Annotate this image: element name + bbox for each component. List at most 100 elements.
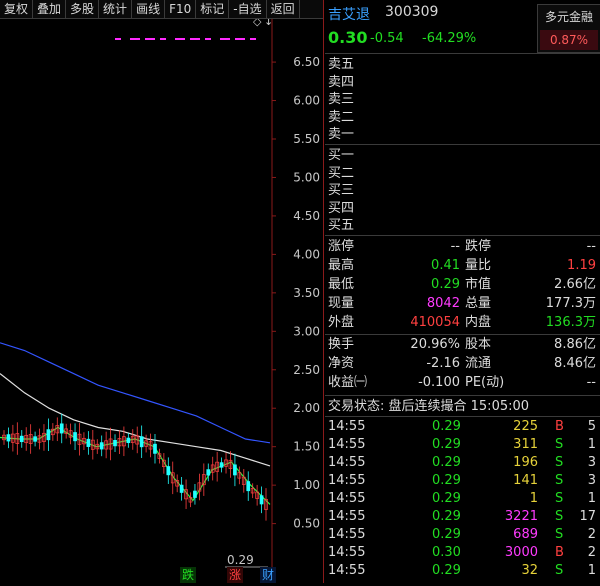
overlay-button[interactable]: 叠加 — [33, 0, 67, 18]
candle-body — [193, 490, 197, 498]
quote-value: 8.86亿 — [554, 337, 596, 352]
tick-row: 14:55 0.29 141 S 3 — [325, 472, 600, 490]
event-marker — [235, 38, 245, 40]
tick-volume: 225 — [513, 419, 538, 434]
divider — [325, 416, 600, 417]
tick-volume: 689 — [513, 527, 538, 542]
price-change-percent: -64.29% — [422, 31, 477, 46]
candle-body — [139, 436, 144, 448]
tick-time: 14:55 — [328, 527, 366, 542]
panel-divider — [323, 0, 324, 583]
tick-side: S — [555, 437, 564, 452]
f10-button[interactable]: F10 — [165, 0, 197, 18]
y-tick-label: 4.50 — [293, 209, 320, 223]
candle-body — [113, 439, 117, 447]
orderbook-buy-row: 买四 — [328, 200, 355, 216]
tick-price: 0.29 — [432, 563, 461, 578]
trading-status: 交易状态: 盘后连续撮合 15:05:00 — [328, 399, 530, 414]
quote-value: 8.46亿 — [554, 356, 596, 371]
candle-body — [246, 481, 251, 492]
candle-body — [219, 462, 224, 468]
stock-name[interactable]: 吉艾退 — [328, 4, 370, 24]
candle-body — [59, 423, 64, 434]
last-price: 0.30 — [328, 28, 368, 47]
quote-value: -- — [450, 239, 460, 254]
candle-body — [233, 464, 237, 476]
tick-count: 2 — [587, 545, 596, 560]
orderbook-sell-row: 卖五 — [328, 57, 355, 72]
tick-count: 2 — [587, 527, 596, 542]
divider — [325, 334, 600, 335]
y-tick-label: 6.00 — [293, 94, 320, 108]
y-tick-label: 5.50 — [293, 132, 320, 146]
draw-line-button[interactable]: 画线 — [132, 0, 166, 18]
y-tick-label: 2.00 — [293, 401, 320, 415]
tick-row: 14:55 0.29 1 S 1 — [325, 490, 600, 508]
quote-value: -2.16 — [426, 356, 460, 371]
tick-side: S — [555, 455, 564, 470]
event-marker — [190, 38, 200, 40]
sector-box[interactable]: 多元金融 0.87% — [537, 4, 600, 53]
event-marker — [205, 38, 211, 40]
y-tick-label: 5.00 — [293, 170, 320, 184]
quote-label: 外盘 — [328, 315, 355, 330]
candle-body — [99, 442, 104, 450]
quote-value: -- — [586, 375, 596, 390]
orderbook-buy-row: 买五 — [328, 218, 355, 233]
stock-code: 300309 — [385, 4, 439, 20]
restore-rights-button[interactable]: 复权 — [0, 0, 34, 18]
statistics-button[interactable]: 统计 — [99, 0, 133, 18]
event-marker — [130, 38, 140, 40]
quote-value: 177.3万 — [545, 296, 596, 311]
quote-label: 涨停 — [328, 239, 355, 254]
tick-side: S — [555, 563, 564, 578]
tick-time: 14:55 — [328, 491, 366, 506]
orderbook-sell-row: 卖三 — [328, 92, 355, 107]
tick-volume: 3221 — [504, 509, 538, 524]
tick-count: 1 — [587, 491, 596, 506]
y-tick-label: 3.00 — [293, 324, 320, 338]
tick-volume: 3000 — [504, 545, 538, 560]
sector-name: 多元金融 — [544, 10, 593, 24]
candle-body — [166, 466, 171, 476]
tick-row: 14:55 0.29 196 S 3 — [325, 454, 600, 472]
tick-price: 0.29 — [432, 491, 461, 506]
series-line — [0, 373, 271, 467]
price-chart[interactable]: 6.50 6.00 5.50 5.00 4.50 4.00 3.50 3.00 2.50 2.00… — [0, 15, 323, 583]
candle-body — [33, 436, 37, 442]
back-button[interactable]: 返回 — [267, 0, 300, 18]
tick-price: 0.29 — [432, 419, 461, 434]
arrow-down-icon[interactable]: ↓ — [264, 15, 273, 28]
diamond-icon[interactable]: ◇ — [253, 15, 262, 28]
quote-value: 0.41 — [431, 258, 460, 273]
tick-side: S — [555, 509, 564, 524]
y-tick-label: 6.50 — [293, 55, 320, 69]
tick-side: S — [555, 491, 564, 506]
event-marker — [250, 38, 256, 40]
tick-time: 14:55 — [328, 419, 366, 434]
candle-body — [73, 432, 77, 442]
multi-stock-button[interactable]: 多股 — [66, 0, 100, 18]
event-marker — [220, 38, 230, 40]
event-marker — [115, 38, 121, 40]
divider — [325, 235, 600, 236]
quote-value: 8042 — [426, 296, 460, 311]
orderbook-buy-row: 买三 — [328, 183, 355, 198]
chart-toolbar: 复权 叠加 多股 统计 画线 F10 标记 -自选 返回 — [0, 0, 323, 19]
divider — [325, 53, 600, 54]
tick-time: 14:55 — [328, 473, 366, 488]
price-change: -0.54 — [370, 31, 404, 46]
remove-watchlist-button[interactable]: -自选 — [229, 0, 267, 18]
quote-value: 136.3万 — [545, 315, 596, 330]
orderbook-buy-row: 买一 — [328, 148, 355, 163]
mark-button[interactable]: 标记 — [196, 0, 230, 18]
series-line — [0, 426, 271, 505]
tick-row: 14:55 0.29 3221 S 17 — [325, 508, 600, 526]
tick-row: 14:55 0.29 225 B 5 — [325, 418, 600, 436]
y-tick-label: 1.00 — [293, 478, 320, 492]
divider — [325, 395, 600, 396]
candle-body — [6, 434, 11, 442]
tick-volume: 32 — [521, 563, 538, 578]
tick-volume: 311 — [513, 437, 538, 452]
event-marker — [145, 38, 155, 40]
